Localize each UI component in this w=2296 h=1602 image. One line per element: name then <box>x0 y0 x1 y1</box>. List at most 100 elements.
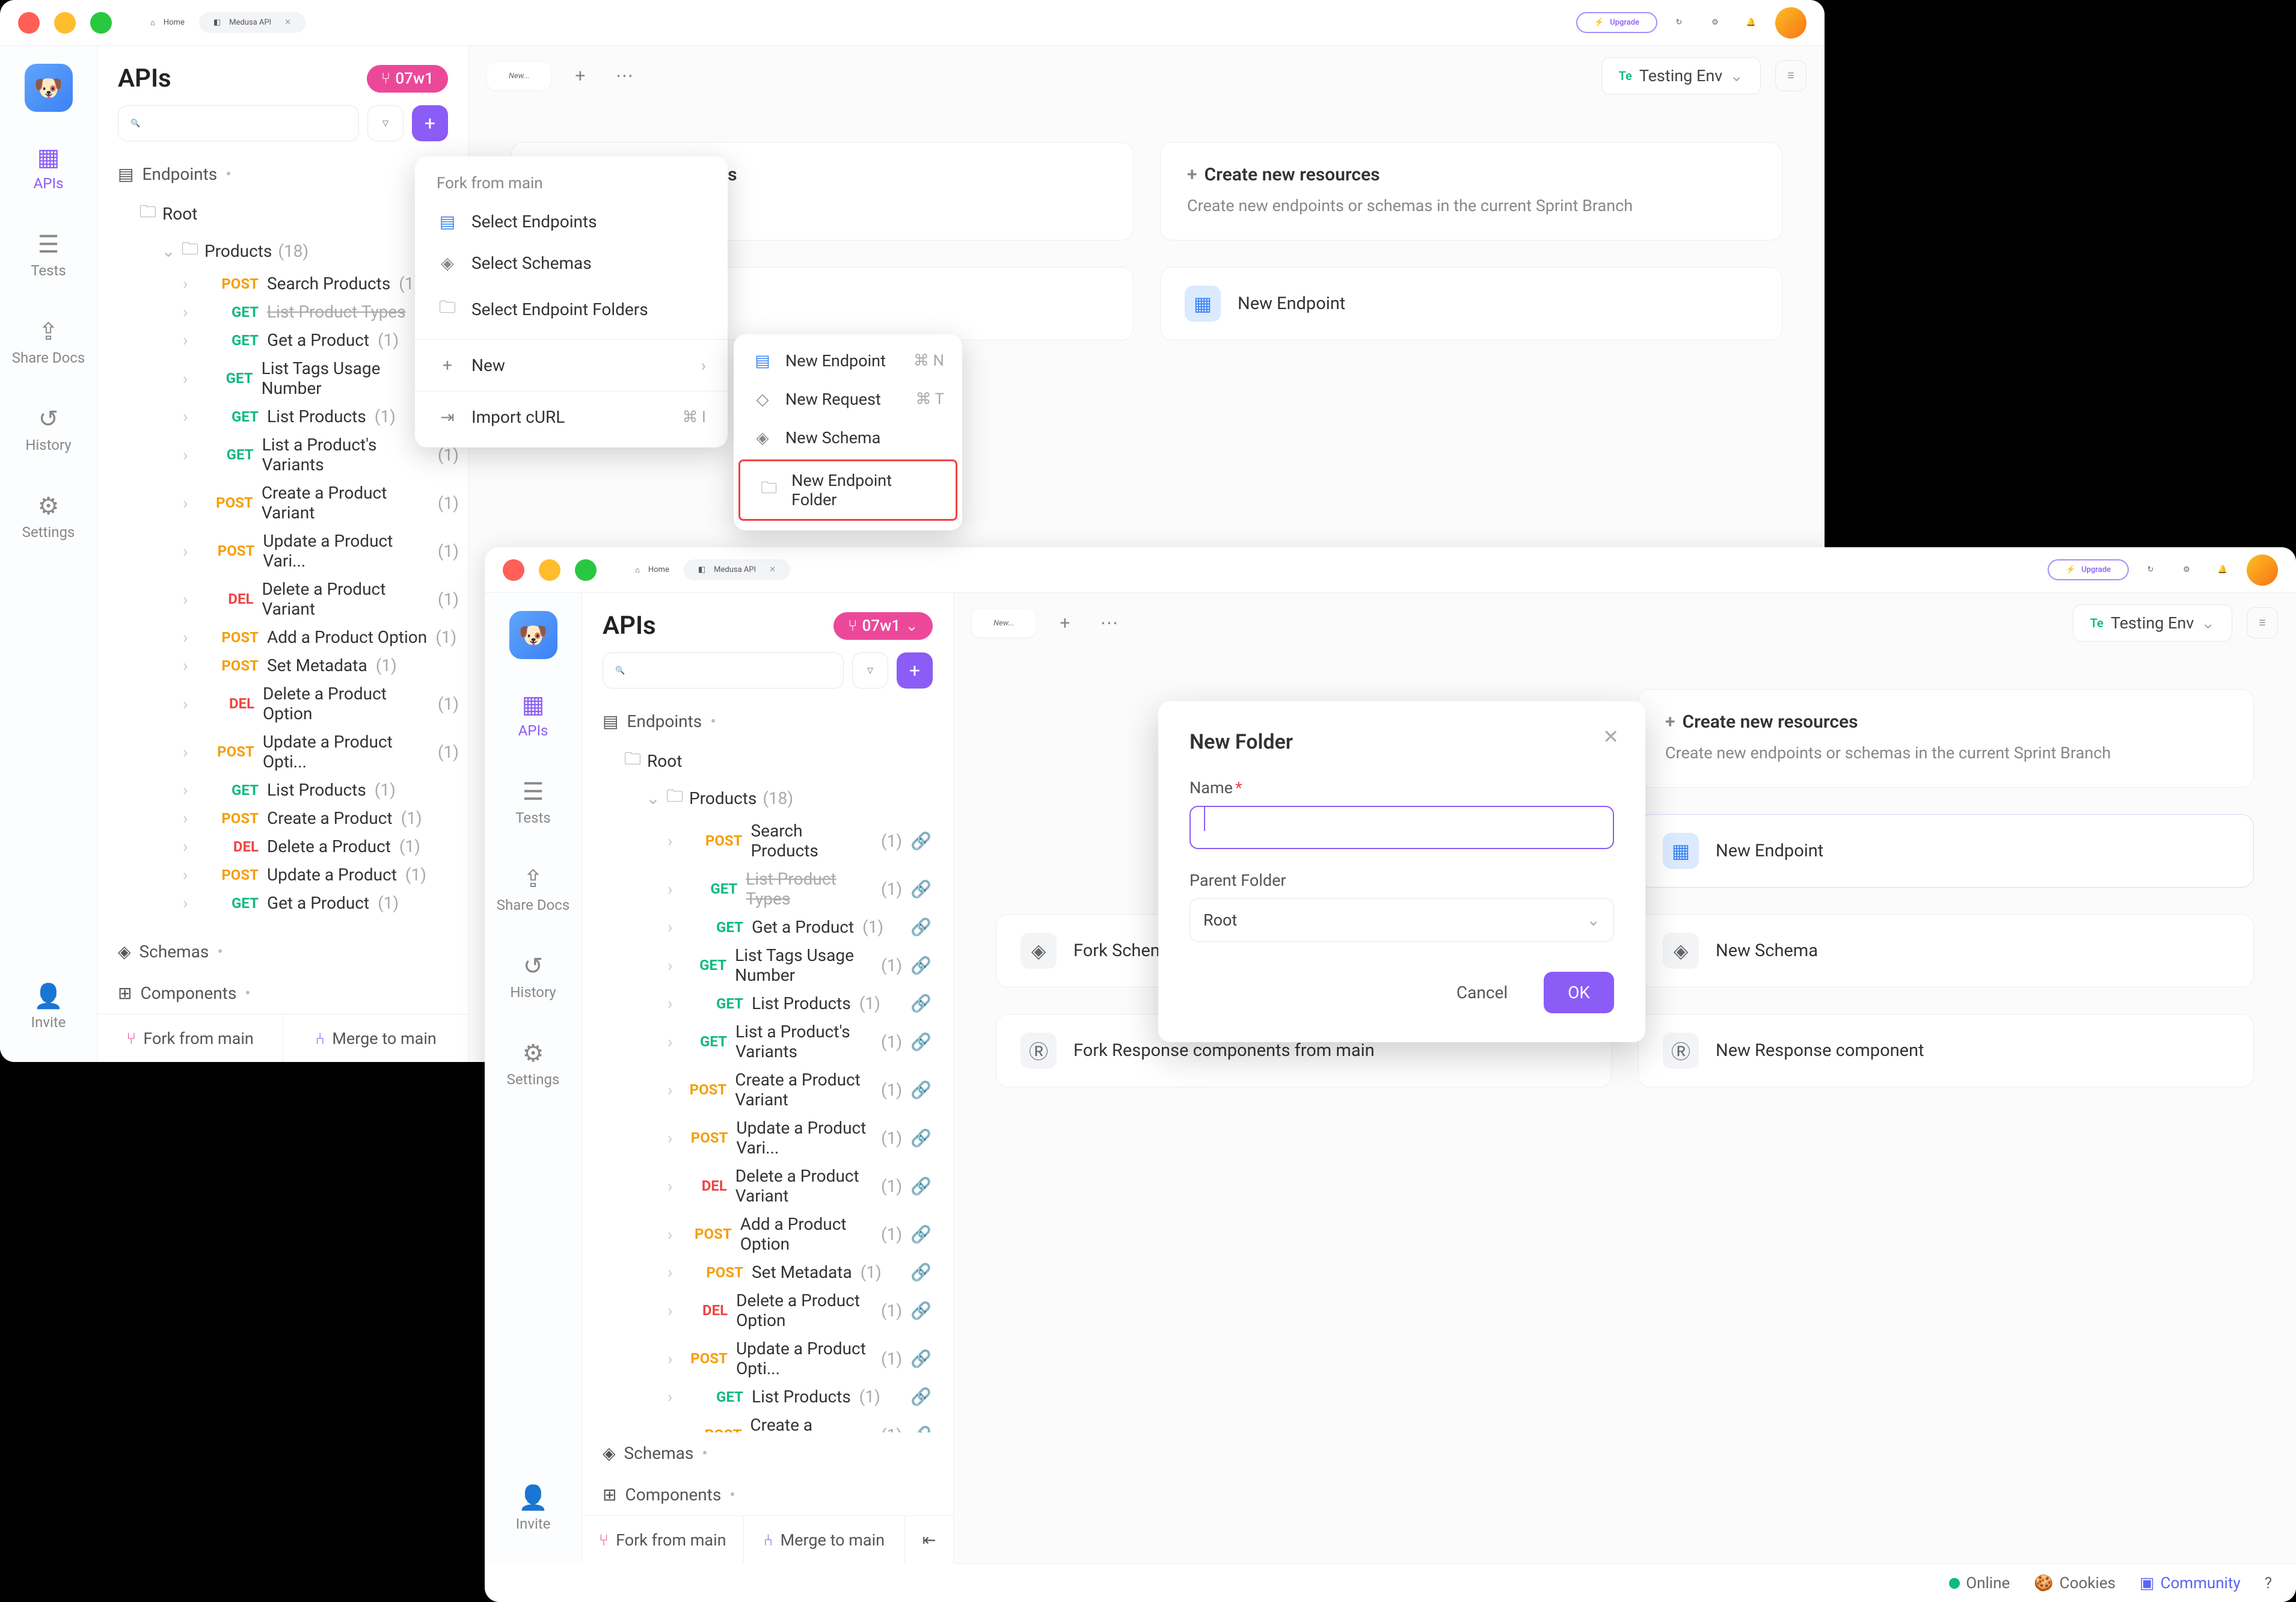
sub-new-request[interactable]: ◇ New Request ⌘ T <box>734 380 962 419</box>
endpoint-row[interactable]: ›GETList Products(1) <box>118 776 462 804</box>
rail-sharedocs[interactable]: ⇪ Share Docs <box>5 310 93 373</box>
section-components[interactable]: ⊞ Components • <box>582 1474 953 1515</box>
endpoint-row[interactable]: ›POSTUpdate a Product Vari...(1)🔗 <box>603 1114 947 1162</box>
link-icon[interactable]: 🔗 <box>910 1176 932 1196</box>
rail-tests[interactable]: ☰ Tests <box>23 223 73 286</box>
endpoint-row[interactable]: ›POSTUpdate a Product Opti...(1)🔗 <box>603 1334 947 1383</box>
close-icon[interactable]: ✕ <box>1603 725 1619 748</box>
endpoint-row[interactable]: ›POSTSet Metadata(1)🔗 <box>603 1258 947 1286</box>
section-schemas[interactable]: ◈ Schemas • <box>97 931 468 972</box>
section-components[interactable]: ⊞ Components • <box>97 972 468 1014</box>
link-icon[interactable]: 🔗 <box>910 1349 932 1369</box>
close-window-icon[interactable] <box>503 559 524 581</box>
new-response-card[interactable]: Ⓡ New Response component <box>1638 1014 2254 1087</box>
endpoint-row[interactable]: ›GETList Product Types(1)🔗 <box>603 865 947 913</box>
add-tab-button[interactable]: + <box>1050 613 1079 634</box>
fork-from-main-button[interactable]: ⑂ Fork from main <box>582 1516 744 1564</box>
avatar[interactable] <box>2247 554 2278 586</box>
link-icon[interactable]: 🔗 <box>910 1032 932 1052</box>
endpoint-row[interactable]: ›DELDelete a Product Variant(1) <box>118 575 462 623</box>
tab-overflow-button[interactable]: ⋯ <box>609 66 639 87</box>
folder-root[interactable]: 🗀 Root <box>118 195 462 232</box>
status-community[interactable]: ▣Community <box>2140 1574 2241 1592</box>
status-help[interactable]: ? <box>2265 1574 2272 1592</box>
workspace-avatar[interactable]: 🐶 <box>25 64 73 112</box>
tab-medusa-api[interactable]: ◧ Medusa API ✕ <box>199 12 305 33</box>
endpoint-row[interactable]: ›GETList Products(1)🔗 <box>603 1383 947 1411</box>
search-input[interactable]: 🔍 <box>118 105 359 141</box>
environment-select[interactable]: Te Testing Env ⌄ <box>1601 57 1761 94</box>
branch-badge[interactable]: ⑂ 07w1 <box>367 65 448 93</box>
folder-products[interactable]: ⌄ 🗀 Products (18) <box>118 232 462 269</box>
bell-icon[interactable]: 🔔 <box>1737 8 1766 37</box>
rail-settings[interactable]: ⚙ Settings <box>15 485 82 548</box>
minimize-window-icon[interactable] <box>54 12 76 34</box>
close-window-icon[interactable] <box>18 12 40 34</box>
endpoint-row[interactable]: ›POSTUpdate a Product(1) <box>118 861 462 889</box>
add-button[interactable]: + <box>412 105 448 141</box>
fork-from-main-button[interactable]: ⑂ Fork from main <box>97 1014 283 1062</box>
new-endpoint-card[interactable]: ▦ New Endpoint <box>1638 814 2254 888</box>
rail-invite[interactable]: 👤Invite <box>509 1476 558 1539</box>
add-button[interactable]: + <box>897 652 933 689</box>
link-icon[interactable]: 🔗 <box>910 1262 932 1282</box>
link-icon[interactable]: 🔗 <box>910 1080 932 1100</box>
link-icon[interactable]: 🔗 <box>910 956 932 975</box>
bell-icon[interactable]: 🔔 <box>2208 556 2237 585</box>
status-online[interactable]: Online <box>1949 1574 2010 1592</box>
ctx-new[interactable]: + New › <box>415 345 728 386</box>
upgrade-button[interactable]: ⚡ Upgrade <box>1576 12 1657 33</box>
folder-root[interactable]: 🗀 Root <box>603 742 947 779</box>
endpoint-row[interactable]: ›GETList Tags Usage Number(1) <box>118 354 462 402</box>
status-cookies[interactable]: 🍪Cookies <box>2034 1574 2116 1592</box>
endpoint-row[interactable]: ›GETList Products(1) <box>118 402 462 431</box>
section-endpoints[interactable]: ▤ Endpoints • <box>582 701 953 742</box>
search-input[interactable]: 🔍 <box>603 652 844 689</box>
endpoint-row[interactable]: ›GETGet a Product(1) <box>118 326 462 354</box>
rail-apis[interactable]: ▦ APIs <box>26 136 71 199</box>
refresh-icon[interactable]: ↻ <box>2136 556 2165 585</box>
environment-select[interactable]: Te Testing Env ⌄ <box>2073 604 2232 642</box>
section-schemas[interactable]: ◈ Schemas • <box>582 1432 953 1474</box>
ctx-select-endpoints[interactable]: ▤ Select Endpoints <box>415 201 728 242</box>
endpoint-row[interactable]: ›GETList Products(1)🔗 <box>603 989 947 1017</box>
endpoint-row[interactable]: ›POSTCreate a Product Variant(1) <box>118 479 462 527</box>
link-icon[interactable]: 🔗 <box>910 1301 932 1321</box>
section-endpoints[interactable]: ▤ Endpoints • <box>97 153 468 195</box>
main-tab-new[interactable]: New... <box>972 609 1036 637</box>
env-menu-button[interactable]: ☰ <box>2247 607 2278 639</box>
env-menu-button[interactable]: ☰ <box>1775 60 1806 91</box>
merge-to-main-button[interactable]: ⑃ Merge to main <box>283 1014 468 1062</box>
endpoint-row[interactable]: ›POSTCreate a Product(1)🔗 <box>603 1411 947 1432</box>
endpoint-row[interactable]: ›POSTCreate a Product Variant(1)🔗 <box>603 1066 947 1114</box>
rail-apis[interactable]: ▦APIs <box>511 683 556 746</box>
link-icon[interactable]: 🔗 <box>910 1425 932 1433</box>
sub-new-schema[interactable]: ◈ New Schema <box>734 419 962 457</box>
minimize-window-icon[interactable] <box>539 559 560 581</box>
merge-to-main-button[interactable]: ⑃ Merge to main <box>744 1516 906 1564</box>
rail-tests[interactable]: ☰Tests <box>508 770 558 833</box>
ctx-select-folders[interactable]: 🗀 Select Endpoint Folders <box>415 284 728 334</box>
tab-home[interactable]: ⌂ Home <box>136 12 199 34</box>
link-icon[interactable]: 🔗 <box>910 917 932 937</box>
endpoint-row[interactable]: ›GETList a Product's Variants(1) <box>118 431 462 479</box>
filter-button[interactable]: ▽ <box>367 105 404 141</box>
endpoint-row[interactable]: ›DELDelete a Product Option(1)🔗 <box>603 1286 947 1334</box>
tab-home[interactable]: ⌂ Home <box>621 559 684 581</box>
endpoint-row[interactable]: ›GETList Tags Usage Number(1)🔗 <box>603 941 947 989</box>
link-icon[interactable]: 🔗 <box>910 1128 932 1148</box>
endpoint-row[interactable]: ›GETGet a Product(1)🔗 <box>603 913 947 941</box>
endpoint-row[interactable]: ›POSTSet Metadata(1) <box>118 651 462 680</box>
ctx-select-schemas[interactable]: ◈ Select Schemas <box>415 242 728 284</box>
rail-invite[interactable]: 👤 Invite <box>24 975 73 1038</box>
folder-products[interactable]: ⌄ 🗀 Products (18) <box>603 779 947 817</box>
new-schema-card[interactable]: ◈ New Schema <box>1638 914 2254 987</box>
link-icon[interactable]: 🔗 <box>910 1224 932 1244</box>
settings-gear-icon[interactable]: ⚙ <box>1701 8 1730 37</box>
branch-badge[interactable]: ⑂ 07w1 ⌄ <box>833 612 933 640</box>
settings-gear-icon[interactable]: ⚙ <box>2172 556 2201 585</box>
endpoint-row[interactable]: ›POSTCreate a Product(1) <box>118 804 462 832</box>
link-icon[interactable]: 🔗 <box>910 1387 932 1407</box>
sub-new-folder[interactable]: 🗀 New Endpoint Folder <box>738 459 957 521</box>
refresh-icon[interactable]: ↻ <box>1665 8 1693 37</box>
